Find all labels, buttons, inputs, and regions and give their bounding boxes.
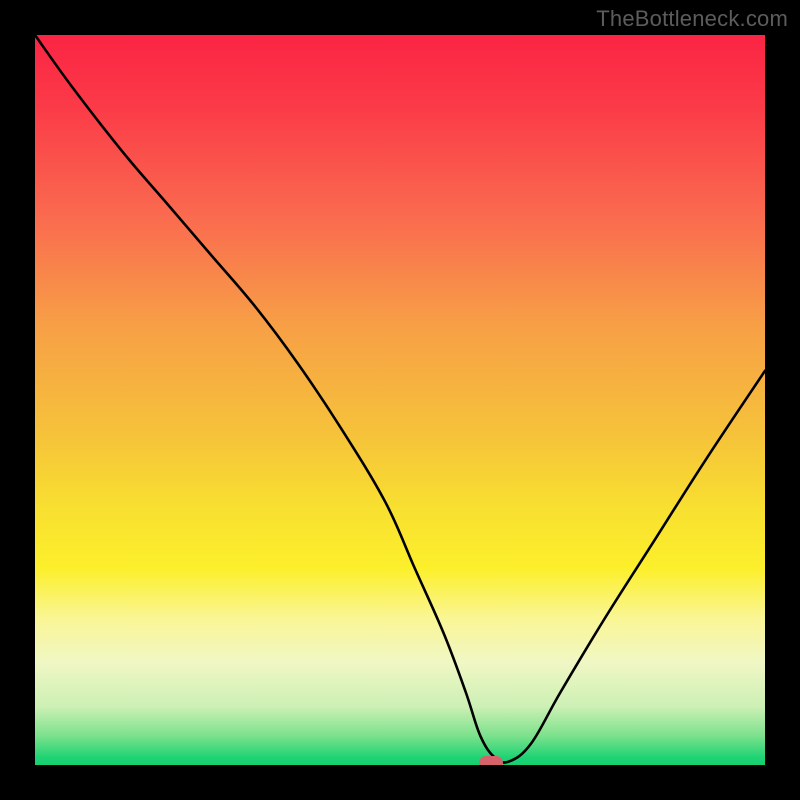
watermark-text: TheBottleneck.com: [596, 6, 788, 32]
bottleneck-curve-path: [35, 35, 765, 763]
optimum-marker: [479, 756, 503, 765]
chart-container: TheBottleneck.com: [0, 0, 800, 800]
plot-area: [35, 35, 765, 765]
curve-svg: [35, 35, 765, 765]
